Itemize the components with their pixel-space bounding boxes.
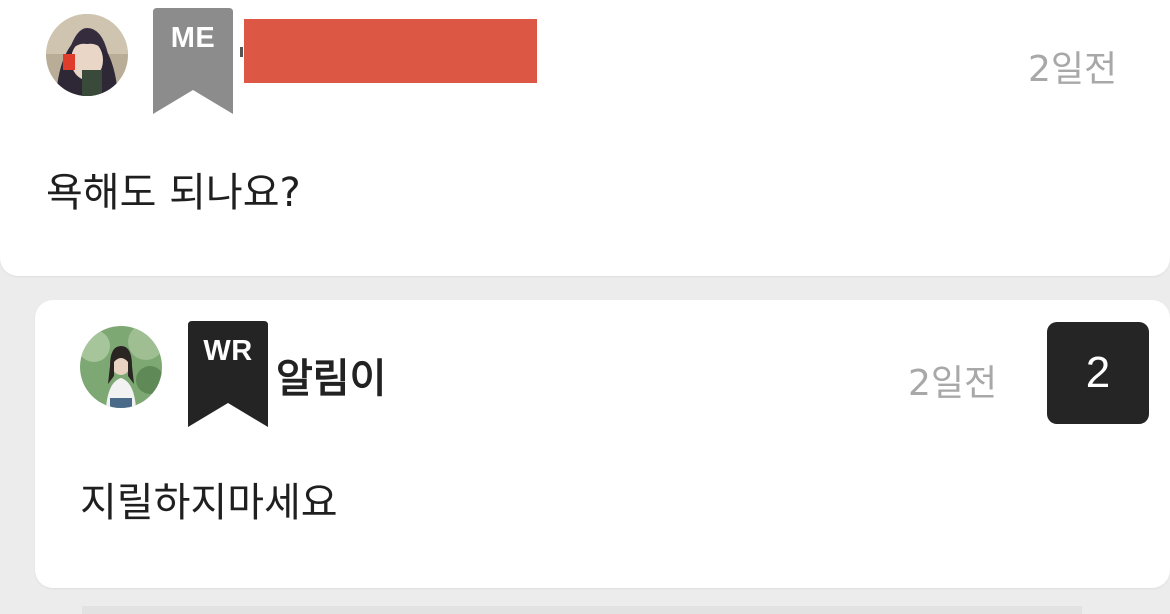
comment-time: 2일전 xyxy=(908,363,998,404)
comment-body: 욕해도 되나요? xyxy=(46,170,301,216)
comment-count-badge[interactable]: 2 xyxy=(1047,322,1149,424)
avatar-image xyxy=(46,14,128,96)
avatar-image xyxy=(80,326,162,408)
next-card-edge xyxy=(82,606,1082,614)
redaction-mark xyxy=(240,47,243,57)
wr-badge: WR xyxy=(188,321,268,429)
author-name[interactable]: 알림이 xyxy=(276,346,386,404)
wr-badge-label: WR xyxy=(203,335,253,367)
comment-time: 2일전 xyxy=(1028,49,1118,90)
me-badge-label: ME xyxy=(170,22,216,54)
writer-avatar[interactable] xyxy=(80,326,162,408)
comment-body: 지릴하지마세요 xyxy=(80,480,338,526)
me-badge: ME xyxy=(153,8,233,116)
redacted-author-name xyxy=(244,19,537,83)
avatar[interactable] xyxy=(46,14,128,96)
